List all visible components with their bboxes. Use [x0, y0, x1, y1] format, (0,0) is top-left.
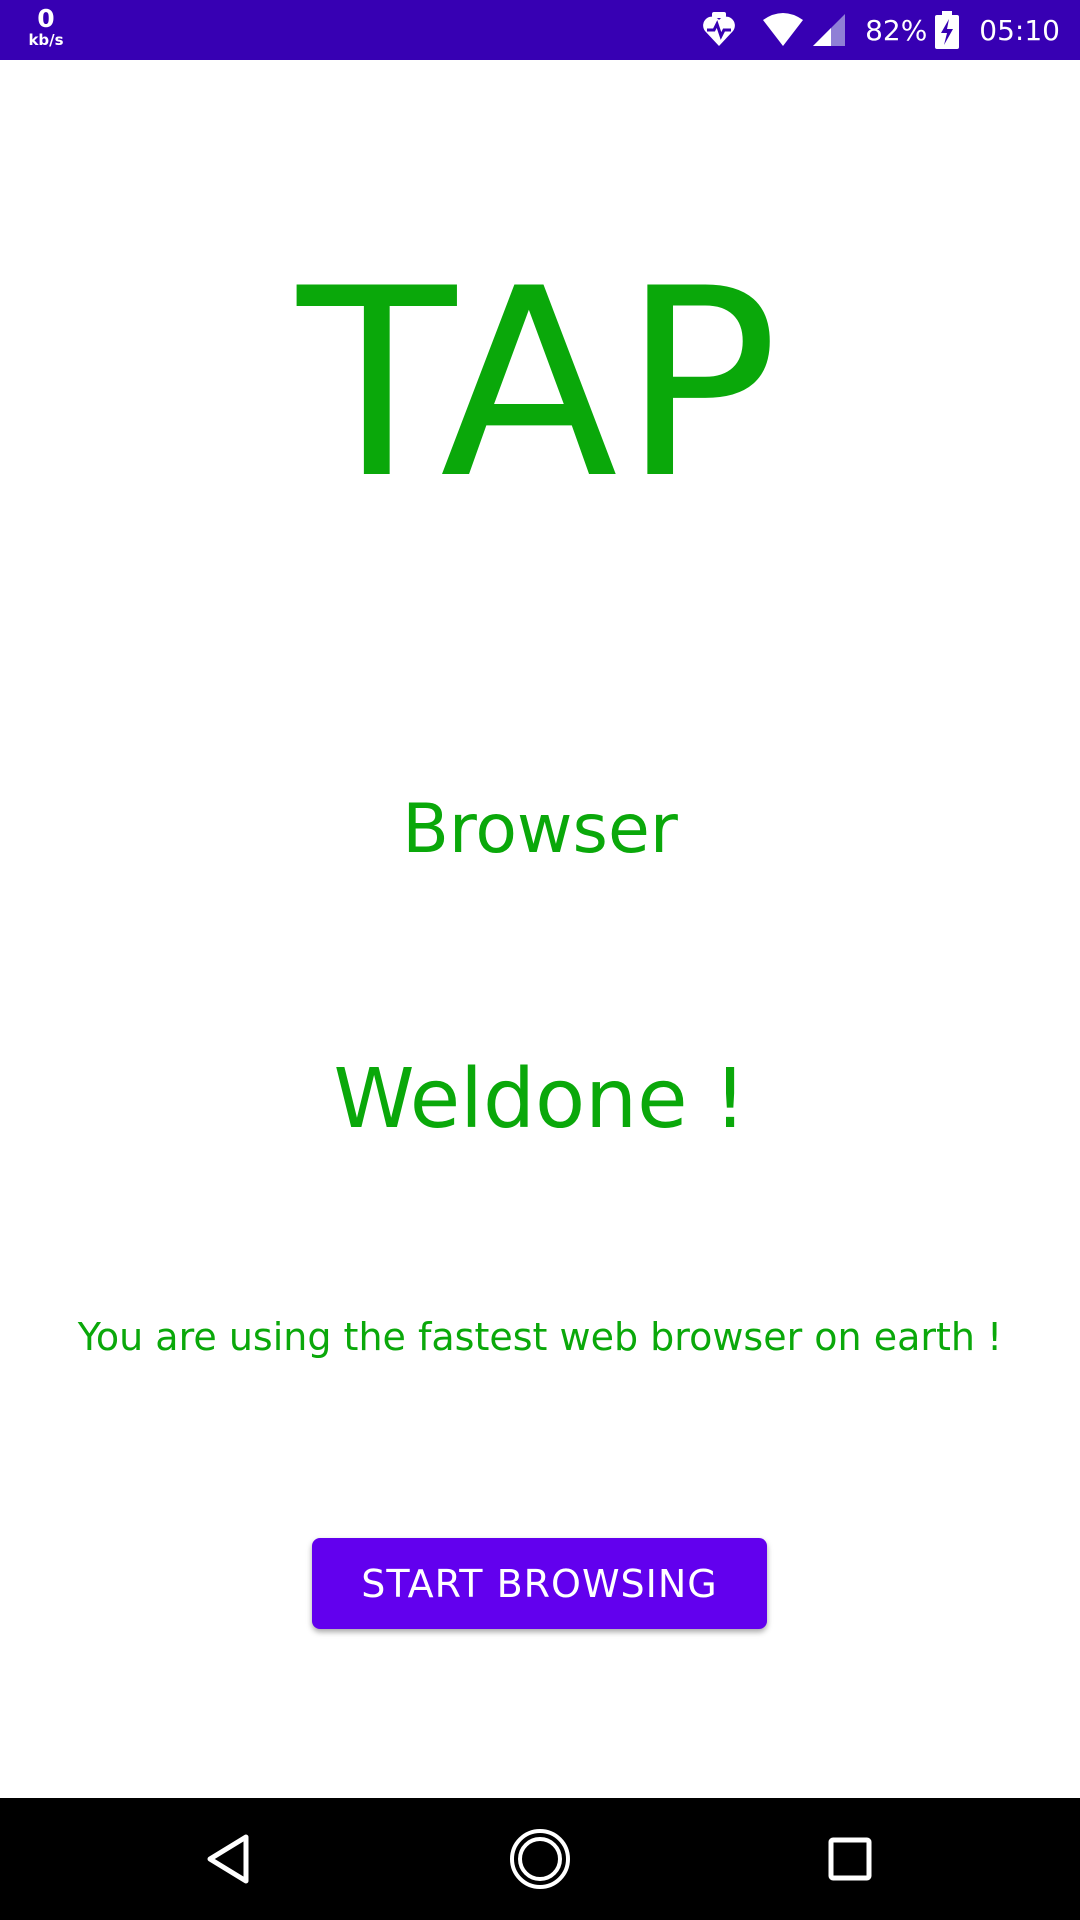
app-subtitle: Browser	[402, 790, 678, 869]
app-logo: TAP	[297, 234, 783, 536]
heart-monitor-icon	[699, 10, 739, 50]
network-speed-value: 0	[37, 4, 55, 33]
welcome-message: Weldone !	[333, 1052, 747, 1147]
start-browsing-button[interactable]: START BROWSING	[312, 1538, 767, 1629]
cell-signal-icon	[811, 12, 847, 48]
battery-charging-icon	[935, 11, 960, 49]
network-speed-unit: kb/s	[28, 31, 64, 49]
recents-icon	[828, 1837, 872, 1881]
back-button[interactable]	[190, 1819, 270, 1899]
app-screen: 0 kb/s 82% 05:10 TAP Browser Weldone ! Y…	[0, 0, 1080, 1920]
battery-percent: 82%	[865, 13, 928, 47]
status-bar: 0 kb/s 82% 05:10	[0, 0, 1080, 60]
home-icon	[510, 1829, 570, 1889]
navigation-bar	[0, 1798, 1080, 1920]
wifi-icon	[761, 12, 805, 48]
back-icon	[207, 1834, 249, 1884]
tagline: You are using the fastest web browser on…	[77, 1315, 1003, 1359]
status-icons: 82% 05:10	[699, 0, 1060, 60]
recents-button[interactable]	[810, 1819, 890, 1899]
clock: 05:10	[979, 13, 1060, 47]
network-speed: 0 kb/s	[22, 6, 70, 48]
home-button[interactable]	[500, 1819, 580, 1899]
